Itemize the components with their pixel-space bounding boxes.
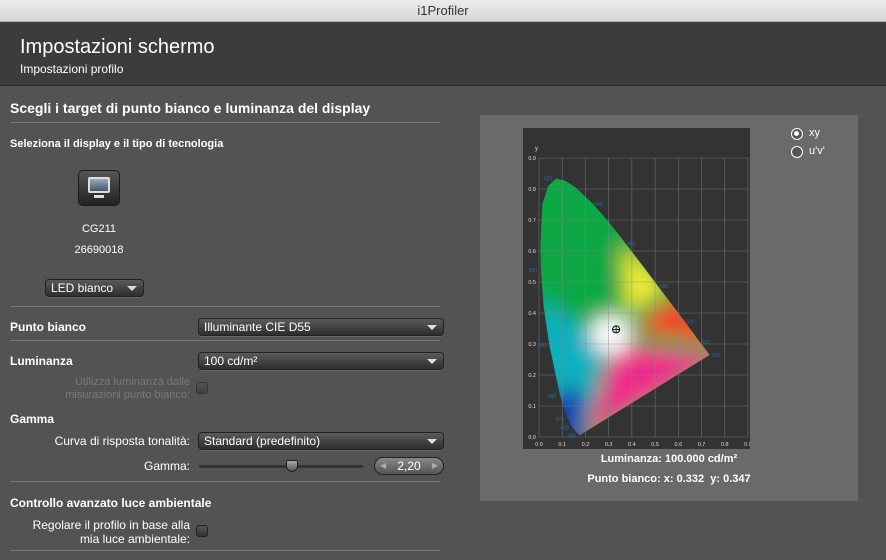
display-model: CG211: [81, 223, 117, 235]
adjust-ambient-checkbox[interactable]: [196, 525, 208, 537]
white-x-value: x: 0.332: [663, 473, 705, 485]
wavelength-label: 490: [537, 344, 546, 350]
radio-xy[interactable]: [791, 128, 803, 140]
y-tick-label: 0.8: [528, 187, 536, 193]
cie-xy-diagram: 0.00.0 0.1 0.1 0.2 0.2 0.3 0.3 0.4 0.4 0.5 0.5 0.6 0…: [523, 128, 750, 449]
white-point-dropdown[interactable]: Illuminante CIE D55: [198, 318, 444, 336]
window-title-bar: i1Profiler: [0, 0, 886, 22]
luminance-dropdown[interactable]: 100 cd/m²: [198, 352, 444, 370]
luminance-label: Luminanza: [10, 354, 73, 368]
radio-xy-label: xy: [809, 127, 820, 139]
display-serial: 26690018: [74, 244, 124, 256]
x-tick-label: 0.6: [675, 442, 683, 448]
gamma-value: 2,20: [397, 459, 421, 473]
wavelength-label: 470: [556, 417, 565, 423]
display-heading: Seleziona il display e il tipo di tecnol…: [10, 138, 224, 150]
monitor-icon: [88, 177, 110, 193]
y-tick-label: 0.4: [528, 311, 536, 317]
gamma-slider[interactable]: [199, 460, 363, 472]
gamma-stepper[interactable]: ◀ 2,20 ▶: [374, 457, 444, 475]
adjust-ambient-label: Regolare il profilo in base alla mia luc…: [32, 518, 190, 546]
x-tick-label: 0.9: [744, 442, 750, 448]
x-tick-label: 0.8: [721, 442, 729, 448]
divider: [10, 340, 440, 341]
wavelength-label: 560: [627, 242, 636, 248]
wavelength-label: 700: [712, 353, 721, 359]
x-tick-label: 0.0: [535, 442, 543, 448]
luminance-readout: Luminanza: 100.000 cd/m²: [600, 453, 738, 465]
wavelength-label: 500: [529, 268, 538, 274]
y-tick-label: 0.0: [528, 435, 536, 441]
use-measured-luminance-checkbox[interactable]: [196, 382, 208, 394]
divider: [10, 122, 440, 123]
gamma-heading: Gamma: [10, 412, 55, 426]
tone-curve-value: Standard (predefinito): [204, 434, 321, 448]
gamma-label: Gamma:: [143, 459, 190, 473]
app-title: i1Profiler: [417, 3, 469, 18]
y-tick-label: 0.3: [528, 342, 536, 348]
x-tick-label: 0.5: [651, 442, 659, 448]
x-tick-label: 0.7: [698, 442, 706, 448]
monitor-stand: [94, 195, 104, 198]
x-tick-label: 0.2: [582, 442, 590, 448]
ambient-heading: Controllo avanzato luce ambientale: [10, 496, 212, 510]
white-point-readout: Punto bianco: x: 0.332 y: 0.347: [480, 473, 858, 485]
y-axis-label: y: [535, 146, 538, 152]
page-title: Impostazioni schermo: [20, 36, 215, 58]
tone-curve-dropdown[interactable]: Standard (predefinito): [198, 432, 444, 450]
radio-uv-label: u'v': [809, 145, 825, 157]
chevron-down-icon: [427, 325, 437, 330]
divider: [10, 306, 440, 307]
white-y-value: y: 0.347: [710, 473, 751, 485]
wavelength-label: 520: [544, 176, 553, 182]
technology-value: LED bianco: [51, 281, 114, 295]
section-title: Scegli i target di punto bianco e lumina…: [10, 100, 371, 116]
gamma-slider-thumb[interactable]: [286, 460, 299, 472]
chevron-down-icon: [427, 359, 437, 364]
wavelength-label: 540: [594, 201, 603, 207]
divider: [10, 550, 440, 551]
chevron-down-icon: [427, 439, 437, 444]
x-tick-label: 0.1: [558, 442, 566, 448]
divider: [10, 481, 440, 482]
y-tick-label: 0.7: [528, 218, 536, 224]
chevron-down-icon: [127, 286, 137, 291]
white-point-value: Illuminante CIE D55: [204, 320, 311, 334]
wavelength-label: 580: [660, 284, 669, 290]
white-point-prefix: Punto bianco:: [587, 473, 661, 485]
y-tick-label: 0.9: [528, 156, 536, 162]
wavelength-label: 460: [560, 426, 569, 432]
y-tick-label: 0.5: [528, 280, 536, 286]
wavelength-label: 380: [567, 433, 576, 439]
page-header: Impostazioni schermo Impostazioni profil…: [0, 22, 886, 86]
y-tick-label: 0.2: [528, 373, 536, 379]
page-subtitle: Impostazioni profilo: [20, 62, 124, 76]
technology-dropdown[interactable]: LED bianco: [45, 279, 144, 297]
x-tick-label: 0.4: [628, 442, 636, 448]
decrement-arrow-icon[interactable]: ◀: [380, 458, 386, 474]
tone-curve-label: Curva di risposta tonalità:: [54, 434, 190, 448]
wavelength-label: 620: [701, 340, 710, 346]
x-tick-label: 0.3: [605, 442, 613, 448]
increment-arrow-icon[interactable]: ▶: [432, 458, 438, 474]
wavelength-label: 480: [548, 394, 557, 400]
wavelength-label: 600: [686, 319, 695, 325]
chromaticity-panel: xy u'v' 0.0 0.0 0.1 0.1 0.2 0.2 0.3 0.3 0.4 0.4 0.…: [480, 115, 858, 501]
y-tick-label: 0.6: [528, 249, 536, 255]
radio-uv[interactable]: [791, 146, 803, 158]
luminance-value: 100 cd/m²: [204, 354, 258, 368]
white-point-label: Punto bianco: [10, 320, 86, 334]
use-measured-luminance-label: Utilizza luminanza dalle misurazioni pun…: [65, 376, 190, 401]
y-tick-label: 0.1: [528, 404, 536, 410]
white-region: [590, 314, 631, 355]
display-button[interactable]: [78, 170, 120, 206]
